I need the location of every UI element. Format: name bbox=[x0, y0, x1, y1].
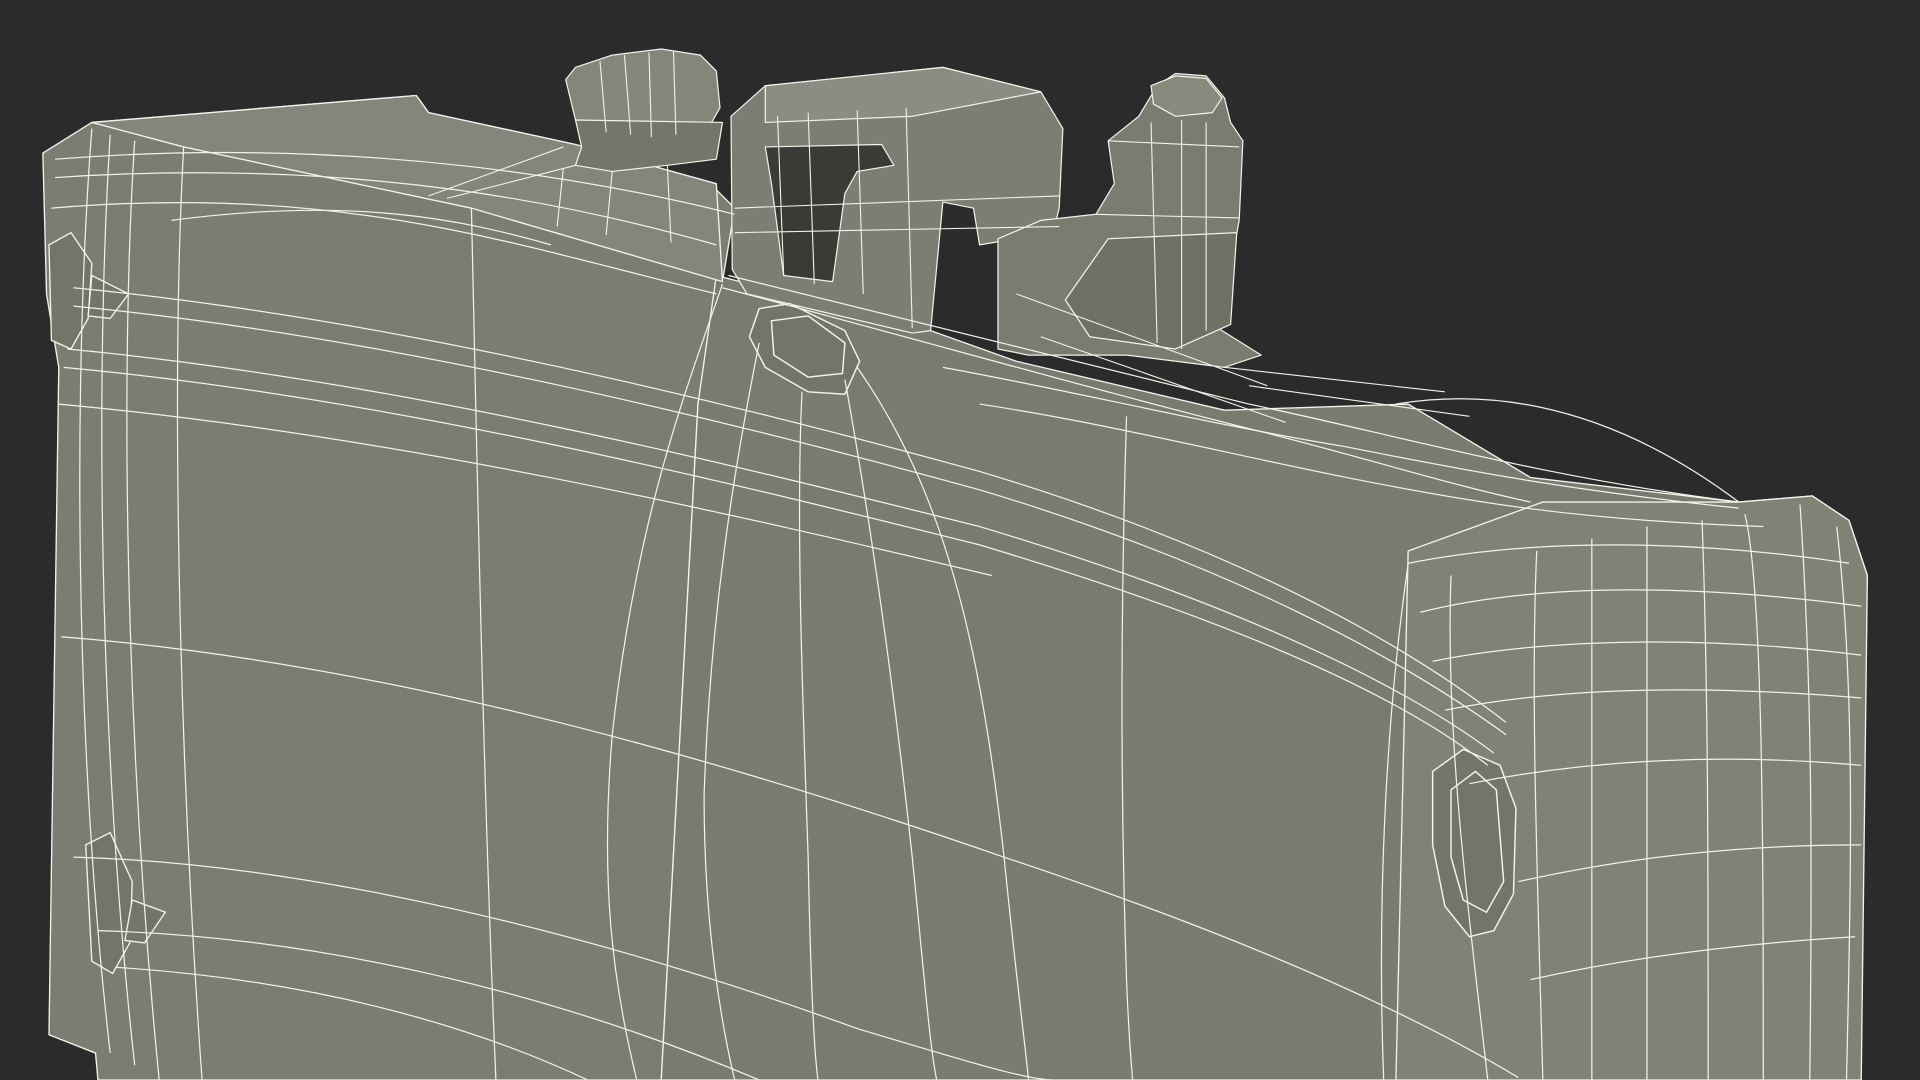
render-viewport bbox=[0, 0, 1920, 1080]
screw-cap bbox=[565, 48, 724, 173]
wireframe-render bbox=[0, 0, 1920, 1080]
